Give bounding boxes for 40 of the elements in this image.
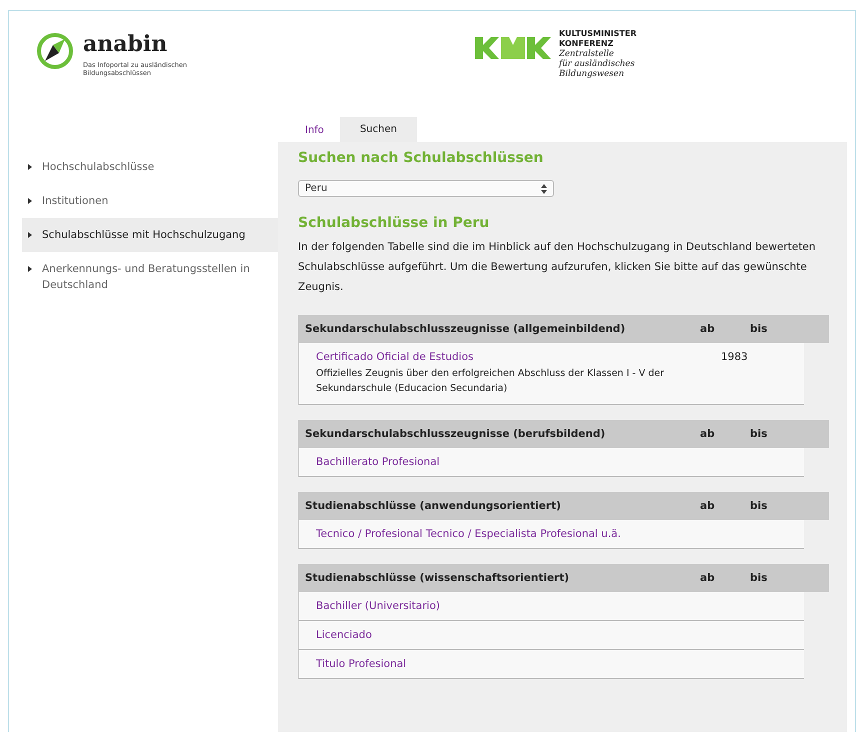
column-header: Sekundarschulabschlusszeugnisse (allgemeinbildend) [305,323,626,335]
country-select[interactable]: Peru [298,180,554,197]
degree-description: Offizielles Zeugnis über den erfolgreichen Abschluss der Klassen I - V der Sekundarschule (Educacion Secundaria) [316,367,666,396]
degree-link[interactable]: Titulo Profesional [316,658,406,670]
column-header: ab [700,428,716,440]
results-heading: Schulabschlüsse in Peru [298,215,490,231]
sidebar-item[interactable]: Anerkennungs- und Beratungsstellen in Deutschland [22,252,278,302]
tab[interactable]: Info [289,119,340,142]
degree-link[interactable]: Licenciado [316,629,372,641]
column-header: ab [700,323,716,335]
year-cell: 1983 [721,351,748,363]
column-header: Studienabschlüsse (anwendungsorientiert) [305,500,562,512]
bullet-icon [28,266,32,272]
tab[interactable]: Suchen [340,117,417,142]
degree-link[interactable]: Bachillerato Profesional [316,456,440,468]
column-header: ab [700,572,716,584]
bullet-icon [28,198,32,204]
column-header: Sekundarschulabschlusszeugnisse (berufsbildend) [305,428,606,440]
brand-name: anabin [83,31,168,57]
bullet-icon [28,232,32,238]
compass-logo-icon [35,31,75,71]
column-header: bis [750,572,768,584]
degree-link[interactable]: Certificado Oficial de Estudios [316,351,474,363]
degree-link[interactable]: Bachiller (Universitario) [316,600,440,612]
updown-arrows-icon [541,184,547,194]
sidebar-item[interactable]: Institutionen [22,184,278,218]
search-heading: Suchen nach Schulabschlüssen [298,150,544,166]
sidebar-item[interactable]: Hochschulabschlüsse [22,150,278,184]
bullet-icon [28,164,32,170]
column-header: ab [700,500,716,512]
column-header: bis [750,500,768,512]
column-header: bis [750,323,768,335]
column-header: bis [750,428,768,440]
intro-paragraph: In der folgenden Tabelle sind die im Hinblick auf den Hochschulzugang in Deutschland bewerteten Schulabschlüsse aufgeführt. Um die Bewertung aufzurufen, klicken Sie bitte auf das gewünschte Zeugnis. [298,240,817,295]
sidebar-item[interactable]: Schulabschlüsse mit Hochschulzugang [22,218,278,252]
degree-link[interactable]: Tecnico / Profesional Tecnico / Especialista Profesional u.ä. [316,528,621,540]
partner-name: KULTUSMINISTER KONFERENZ [559,29,636,49]
partner-subtitle: Zentralstelle für ausländisches Bildungswesen [559,49,636,79]
column-header: Studienabschlüsse (wissenschaftsorientiert) [305,572,570,584]
logo-icon [475,37,551,59]
